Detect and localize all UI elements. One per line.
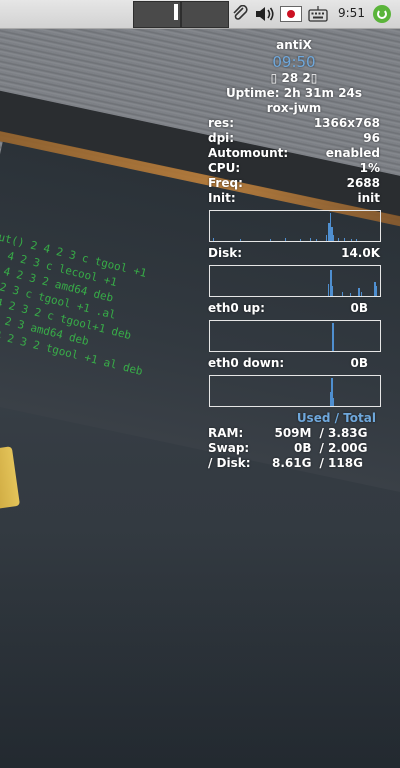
disk-label: Disk:	[208, 246, 242, 260]
disk-graph	[209, 265, 381, 297]
memory-used: 509M	[274, 426, 312, 440]
text-cursor-icon	[174, 4, 178, 20]
power-icon[interactable]	[373, 5, 391, 23]
memory-total: / 118G	[319, 456, 363, 470]
info-value: enabled	[325, 146, 380, 160]
info-value: 1366x768	[313, 116, 380, 130]
keyboard-layout-flag-icon[interactable]	[280, 6, 302, 22]
info-label: dpi:	[208, 131, 235, 145]
keyboard-icon[interactable]	[308, 5, 328, 23]
info-value: 1%	[359, 161, 380, 175]
eth0-down-label: eth0 down:	[208, 356, 285, 370]
window-manager: rox-jwm	[266, 101, 322, 115]
eth0-up-label: eth0 up:	[208, 301, 265, 315]
memory-label: RAM:	[208, 426, 244, 440]
memory-header: Used / Total	[208, 411, 380, 426]
paperclip-icon[interactable]	[230, 4, 250, 23]
info-value: 96	[363, 131, 380, 145]
info-label: res:	[208, 116, 234, 130]
conky-date: ▯ 28 2▯	[208, 71, 380, 86]
memory-row-swap: Swap: 0B / 2.00G	[208, 441, 380, 456]
eth0-down-row: eth0 down: 0B	[208, 356, 368, 371]
memory-label: Swap:	[208, 441, 250, 455]
memory-total: / 2.00G	[319, 441, 368, 455]
info-row-res: res: 1366x768	[208, 116, 380, 131]
missing-glyph-icon: ▯	[270, 71, 278, 85]
date-text: 28 2	[281, 71, 311, 85]
info-label: Automount:	[208, 146, 289, 160]
info-label: CPU:	[208, 161, 241, 175]
info-label: Freq:	[208, 176, 243, 190]
memory-total: / 3.83G	[319, 426, 368, 440]
eth0-down-value: 0B	[350, 356, 369, 370]
info-row-cpu: CPU: 1%	[208, 161, 380, 176]
taskbar-clock[interactable]: 9:51	[338, 6, 365, 20]
memory-header-used: Used	[296, 411, 331, 425]
info-row-freq: Freq: 2688	[208, 176, 380, 191]
disk-row: Disk: 14.0K	[208, 246, 380, 261]
volume-icon[interactable]	[254, 5, 274, 23]
conky-monitor: antiX 09:50 ▯ 28 2▯ Uptime: 2h 31m 24s r…	[208, 38, 381, 471]
memory-used: 0B	[293, 441, 312, 455]
uptime: Uptime: 2h 31m 24s	[225, 86, 363, 100]
cpu-graph	[209, 210, 381, 242]
conky-time: 09:50	[272, 53, 316, 71]
memory-label: / Disk:	[208, 456, 251, 470]
memory-header-total: Total	[343, 411, 376, 425]
memory-header-sep: /	[334, 411, 340, 425]
wallpaper-yellow-object	[0, 446, 21, 510]
wallpaper-shadow	[0, 528, 400, 768]
memory-row-ram: RAM: 509M / 3.83G	[208, 426, 380, 441]
info-label: Init:	[208, 191, 236, 205]
taskbar: 9:51	[0, 0, 400, 29]
eth0-up-value: 0B	[350, 301, 369, 315]
distro-name: antiX	[276, 38, 312, 52]
info-row-dpi: dpi: 96	[208, 131, 380, 146]
disk-value: 14.0K	[341, 246, 380, 260]
info-value: 2688	[346, 176, 380, 190]
taskbar-window-slot[interactable]	[181, 1, 229, 28]
eth0-up-graph	[209, 320, 381, 352]
info-value: init	[357, 191, 380, 205]
eth0-up-row: eth0 up: 0B	[208, 301, 368, 316]
memory-row-disk: / Disk: 8.61G / 118G	[208, 456, 380, 471]
missing-glyph-icon: ▯	[310, 71, 318, 85]
memory-used: 8.61G	[272, 456, 312, 470]
eth0-down-graph	[209, 375, 381, 407]
info-row-automount: Automount: enabled	[208, 146, 380, 161]
info-row-init: Init: init	[208, 191, 380, 206]
